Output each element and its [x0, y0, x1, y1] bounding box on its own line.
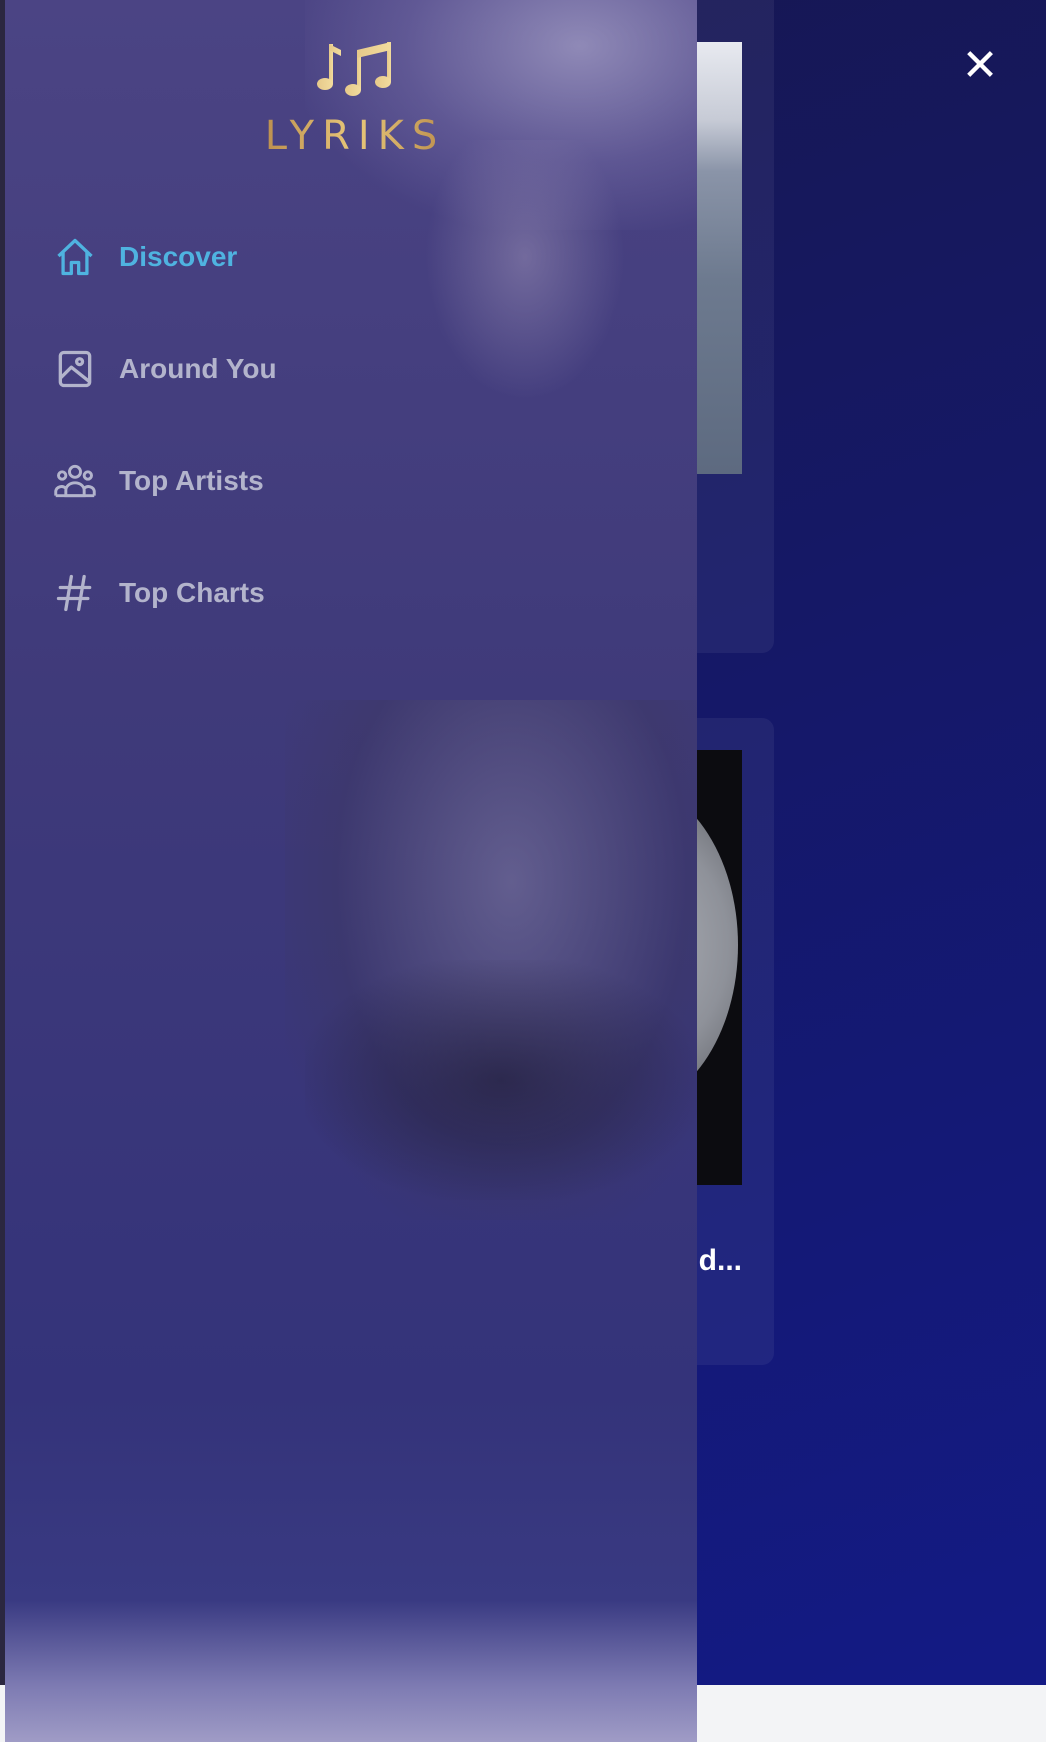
app-logo[interactable]: LYRIKS [255, 40, 455, 160]
close-icon[interactable]: ✕ [962, 40, 999, 91]
hashtag-icon [53, 571, 97, 615]
sidebar-item-label: Discover [119, 241, 238, 272]
user-group-icon [53, 459, 97, 503]
mobile-sidebar: LYRIKS Discover Around You Top Artists T… [5, 0, 697, 1742]
sidebar-item-top-charts[interactable]: Top Charts [53, 568, 277, 618]
sidebar-nav: Discover Around You Top Artists Top Char… [53, 232, 277, 680]
sidebar-item-label: Top Charts [119, 577, 265, 608]
sidebar-item-discover[interactable]: Discover [53, 232, 277, 282]
sidebar-item-label: Around You [119, 353, 277, 384]
music-notes-icon [315, 42, 395, 99]
sidebar-item-around-you[interactable]: Around You [53, 344, 277, 394]
image-icon [53, 347, 97, 391]
close-menu-button[interactable]: ✕ [958, 44, 1002, 88]
home-icon [53, 235, 97, 279]
sidebar-item-label: Top Artists [119, 465, 264, 496]
sidebar-item-top-artists[interactable]: Top Artists [53, 456, 277, 506]
logo-text: LYRIKS [255, 113, 455, 159]
